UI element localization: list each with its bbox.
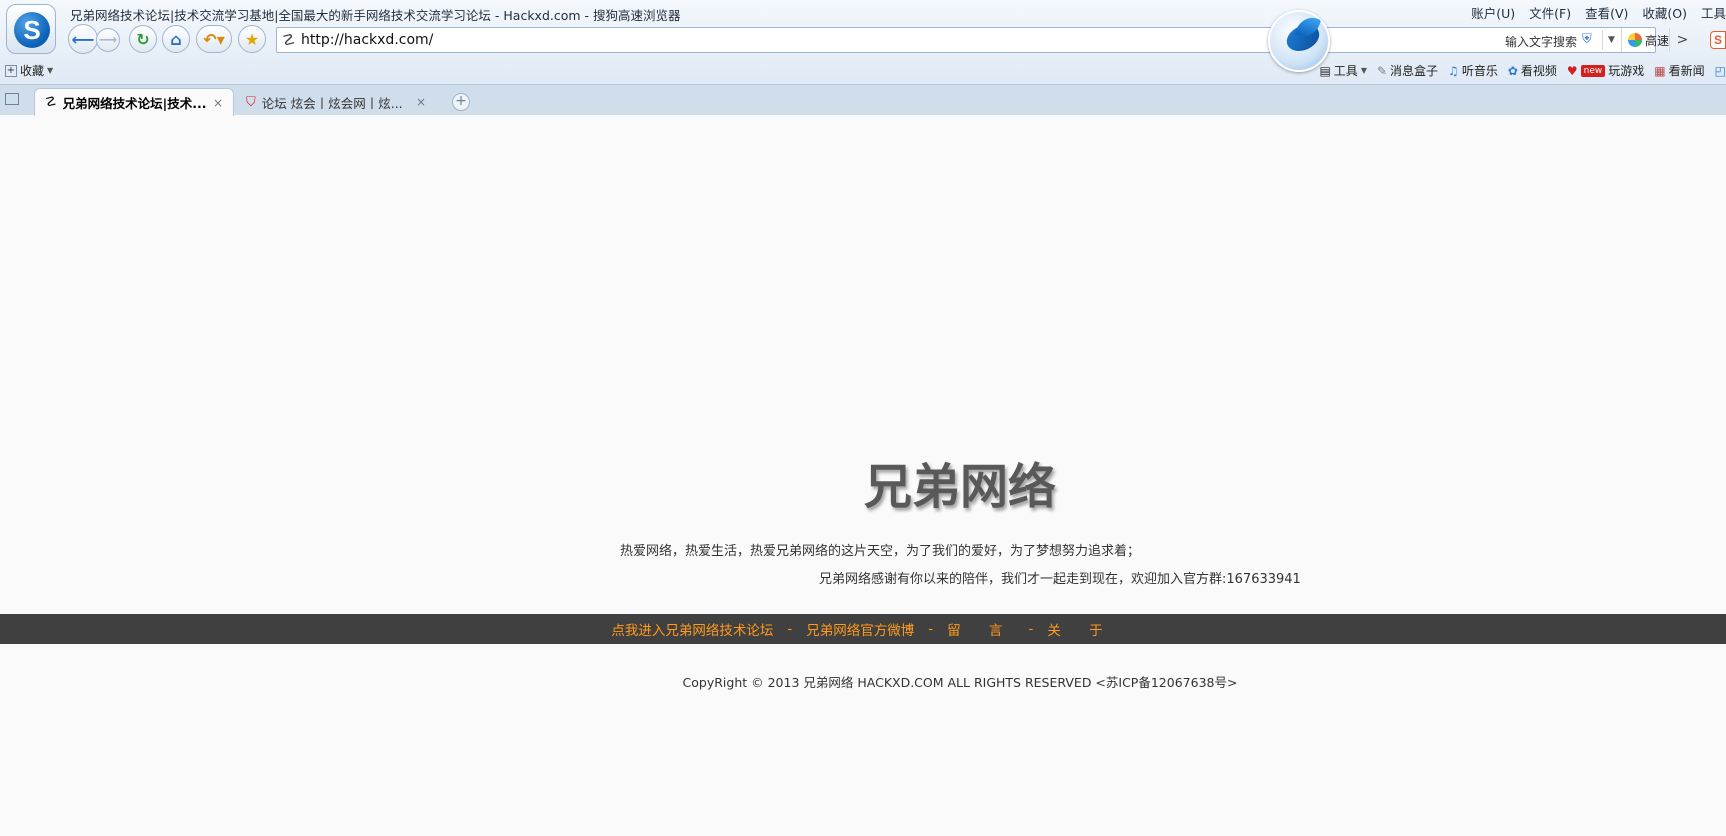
- tab-list-icon[interactable]: [5, 93, 19, 105]
- page-favicon-icon: ☡: [45, 95, 57, 110]
- tools-button[interactable]: ▤ 工具 ▼: [1319, 62, 1367, 79]
- about-link[interactable]: 关 于: [1047, 619, 1114, 639]
- tab-label: 论坛 炫会丨炫会网丨炫...: [261, 95, 403, 111]
- news-label: 看新闻: [1668, 64, 1705, 78]
- nav-separator: -: [1028, 621, 1034, 637]
- message-box-button[interactable]: ✎ 消息盒子: [1377, 62, 1438, 79]
- speed-icon: [1628, 33, 1642, 47]
- menu-view[interactable]: 查看(V): [1585, 3, 1628, 22]
- menu-account[interactable]: 账户(U): [1471, 3, 1515, 22]
- screenshot-button[interactable]: ◰: [1715, 62, 1726, 79]
- tab-strip: ☡ 兄弟网络技术论坛|技术... × ⛉ 论坛 炫会丨炫会网丨炫... × +: [0, 84, 1726, 116]
- window-title: 兄弟网络技术论坛|技术交流学习基地|全国最大的新手网络技术交流学习论坛 - Ha…: [70, 8, 681, 23]
- page-title: 兄弟网络: [863, 459, 1056, 515]
- close-icon[interactable]: ×: [416, 95, 426, 109]
- tools-label: 工具: [1333, 64, 1358, 78]
- favorites-button[interactable]: + 收藏 ▼: [5, 62, 53, 79]
- new-tab-button[interactable]: +: [452, 93, 470, 111]
- undo-close-tab-button[interactable]: ↶▾: [196, 25, 232, 53]
- message-box-label: 消息盒子: [1390, 64, 1439, 78]
- tab-hackxd[interactable]: ☡ 兄弟网络技术论坛|技术... ×: [34, 88, 234, 116]
- screenshot-icon: ◰: [1714, 63, 1726, 78]
- forward-button[interactable]: ⟶: [96, 28, 120, 52]
- message-link[interactable]: 留 言: [947, 619, 1014, 639]
- chevron-down-icon: ▼: [1360, 66, 1367, 75]
- favorites-label: 收藏: [20, 64, 45, 78]
- back-arrow-icon: ⟵: [71, 29, 95, 49]
- home-icon: ⌂: [170, 29, 182, 49]
- video-button[interactable]: ✿ 看视频: [1508, 62, 1557, 79]
- undo-icon: ↶▾: [203, 29, 225, 49]
- video-icon: ✿: [1507, 63, 1518, 78]
- site-nav-band: 点我进入兄弟网络技术论坛 - 兄弟网络官方微博 - 留 言 - 关 于: [0, 614, 1726, 644]
- nav-separator: -: [787, 621, 793, 637]
- speed-label: 高速: [1645, 33, 1670, 48]
- weibo-link[interactable]: 兄弟网络官方微博: [806, 619, 914, 639]
- tagline-text: 热爱网络，热爱生活，热爱兄弟网络的这片天空，为了我们的爱好，为了梦想努力追求着；: [620, 544, 1141, 559]
- chevron-down-icon: ▼: [47, 66, 54, 75]
- tagline-group-text: 兄弟网络感谢有你以来的陪伴，我们才一起走到现在，欢迎加入官方群:16763394…: [819, 572, 1301, 587]
- music-label: 听音乐: [1461, 64, 1498, 78]
- sogou-input-icon[interactable]: S: [1710, 31, 1726, 49]
- toolbar-right: ▤ 工具 ▼ ✎ 消息盒子 ♫ 听音乐 ✿ 看视频 ♥ new 玩游戏 ▦ 看新…: [1319, 62, 1726, 79]
- refresh-button[interactable]: ↻: [129, 25, 157, 53]
- home-button[interactable]: ⌂: [162, 25, 190, 53]
- menu-file[interactable]: 文件(F): [1529, 3, 1571, 22]
- page-favicon-icon: ☡: [282, 31, 296, 49]
- shield-icon[interactable]: ⛨: [1582, 32, 1592, 47]
- music-button[interactable]: ♫ 听音乐: [1448, 62, 1498, 79]
- game-label: 玩游戏: [1608, 64, 1645, 78]
- browser-chrome: S 兄弟网络技术论坛|技术交流学习基地|全国最大的新手网络技术交流学习论坛 - …: [0, 0, 1726, 116]
- menu-bar: 账户(U) 文件(F) 查看(V) 收藏(O) 工具: [1471, 3, 1726, 22]
- shield-favicon-icon: ⛉: [246, 94, 256, 110]
- sogou-logo-button[interactable]: S: [6, 4, 56, 54]
- headphones-icon: ♫: [1448, 63, 1459, 78]
- forum-link[interactable]: 点我进入兄弟网络技术论坛: [611, 619, 773, 639]
- plus-icon: +: [5, 64, 17, 77]
- search-hint[interactable]: 输入文字搜索: [1505, 33, 1577, 50]
- tools-icon: ▤: [1319, 63, 1331, 78]
- close-icon[interactable]: ×: [213, 96, 223, 110]
- nav-separator: -: [928, 621, 934, 637]
- copyright-text: CopyRight © 2013 兄弟网络 HACKXD.COM ALL RIG…: [682, 675, 1238, 690]
- url-input[interactable]: [301, 31, 901, 49]
- game-icon: ♥: [1566, 63, 1578, 78]
- video-label: 看视频: [1520, 64, 1557, 78]
- refresh-icon: ↻: [136, 29, 150, 49]
- sogou-s-icon: S: [14, 12, 50, 48]
- star-icon: ★: [244, 29, 260, 49]
- message-box-icon: ✎: [1376, 63, 1388, 78]
- speed-mode-button[interactable]: 高速: [1621, 28, 1675, 52]
- back-button[interactable]: ⟵: [68, 24, 98, 54]
- bookmark-bar: + 收藏 ▼ ▤ 工具 ▼ ✎ 消息盒子 ♫ 听音乐 ✿ 看视频 ♥ new 玩…: [0, 58, 1726, 82]
- add-favorite-button[interactable]: ★: [238, 25, 266, 53]
- game-button[interactable]: ♥ new 玩游戏: [1567, 62, 1644, 79]
- news-button[interactable]: ▦ 看新闻: [1654, 62, 1704, 79]
- tab-label: 兄弟网络技术论坛|技术...: [62, 96, 207, 111]
- tab-xuanhui[interactable]: ⛉ 论坛 炫会丨炫会网丨炫... ×: [236, 88, 436, 116]
- chevron-down-icon[interactable]: ▼: [1602, 30, 1620, 50]
- address-bar: ☡ 输入文字搜索 ⛨ ▼ 高速 >: [276, 27, 1688, 53]
- menu-tools[interactable]: 工具: [1701, 3, 1726, 22]
- go-button[interactable]: >: [1669, 28, 1695, 52]
- news-icon: ▦: [1654, 63, 1666, 78]
- menu-favorites[interactable]: 收藏(O): [1642, 3, 1687, 22]
- forward-arrow-icon: ⟶: [98, 32, 118, 48]
- new-badge: new: [1580, 64, 1606, 77]
